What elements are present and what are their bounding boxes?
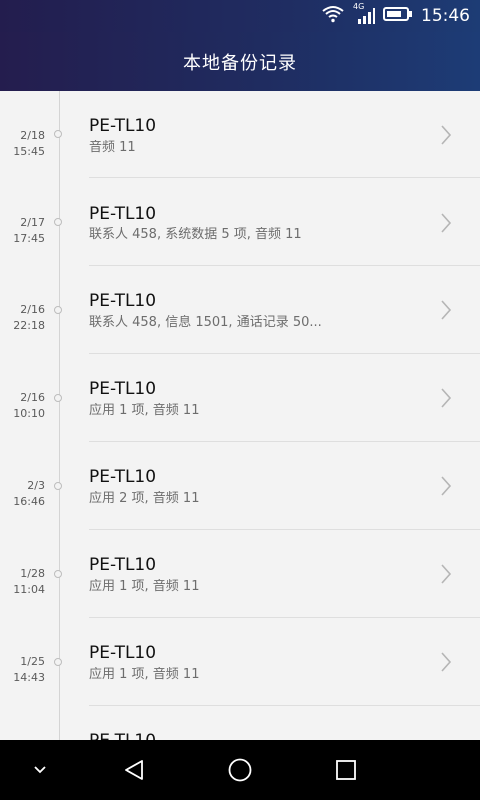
record-device: PE-TL10 [89,379,157,399]
backup-record-item[interactable]: 2/17 17:45 PE-TL10 联系人 458, 系统数据 5 项, 音频… [0,178,480,266]
record-detail: 联系人 458, 信息 1501, 通话记录 50... [89,315,322,330]
timeline-dot [54,394,62,402]
chevron-down-icon [34,766,46,774]
wifi-icon [321,5,345,27]
record-device: PE-TL10 [89,555,157,575]
chevron-right-icon [441,213,452,233]
backup-record-item[interactable]: 2/16 10:10 PE-TL10 应用 1 项, 音频 11 [0,354,480,442]
record-device: PE-TL10 [89,731,156,740]
chevron-right-icon [441,564,452,584]
timeline-dot [54,218,62,226]
backup-record-list[interactable]: 2/18 15:45 PE-TL10 音频 11 2/17 17:45 PE-T… [0,91,480,740]
status-icons: 4G 15:46 [321,2,470,28]
backup-record-item[interactable]: 1/28 11:04 PE-TL10 应用 1 项, 音频 11 [0,530,480,618]
battery-icon [383,6,413,26]
recents-button[interactable] [322,740,370,800]
backup-record-item[interactable]: 2/3 16:46 PE-TL10 应用 2 项, 音频 11 [0,442,480,530]
record-date: 2/16 [20,391,45,404]
backup-records-screen: 4G 15:46 本地备份记录 2/18 15:45 PE-TL10 音频 11… [0,0,480,800]
home-icon [228,758,252,782]
record-time: 17:45 [13,232,45,245]
record-date: 1/25 [20,655,45,668]
recents-icon [336,760,356,780]
status-bar: 4G 15:46 [0,0,480,32]
record-detail: 音频 11 [89,140,136,155]
record-detail: 应用 1 项, 音频 11 [89,667,200,682]
record-time: 22:18 [13,319,45,332]
backup-record-item[interactable]: PE-TL10 [0,706,480,740]
backup-record-item[interactable]: 2/18 15:45 PE-TL10 音频 11 [0,91,480,178]
chevron-right-icon [441,125,452,145]
chevron-right-icon [441,652,452,672]
home-button[interactable] [216,740,264,800]
hide-nav-button[interactable] [22,740,58,800]
record-time: 14:43 [13,671,45,684]
record-device: PE-TL10 [89,467,157,487]
record-detail: 应用 1 项, 音频 11 [89,403,200,418]
timeline-dot [54,306,62,314]
backup-record-item[interactable]: 2/16 22:18 PE-TL10 联系人 458, 信息 1501, 通话记… [0,266,480,354]
record-date: 2/17 [20,216,45,229]
timeline-dot [54,482,62,490]
record-device: PE-TL10 [89,291,157,311]
record-time: 11:04 [13,583,45,596]
timeline-dot [54,130,62,138]
timeline-dot [54,570,62,578]
chevron-right-icon [441,476,452,496]
record-date: 1/28 [20,567,45,580]
page-title: 本地备份记录 [183,52,297,74]
timeline-dot [54,658,62,666]
backup-record-item[interactable]: 1/25 14:43 PE-TL10 应用 1 项, 音频 11 [0,618,480,706]
record-device: PE-TL10 [89,204,157,224]
record-time: 15:45 [13,145,45,158]
back-button[interactable] [110,740,158,800]
record-detail: 联系人 458, 系统数据 5 项, 音频 11 [89,227,302,242]
record-detail: 应用 1 项, 音频 11 [89,579,200,594]
record-date: 2/16 [20,303,45,316]
chevron-right-icon [441,388,452,408]
app-bar: 本地备份记录 [0,32,480,91]
clock: 15:46 [421,6,470,26]
record-device: PE-TL10 [89,643,157,663]
record-detail: 应用 2 项, 音频 11 [89,491,200,506]
record-time: 16:46 [13,495,45,508]
navigation-bar [0,740,480,800]
chevron-right-icon [441,300,452,320]
record-device: PE-TL10 [89,116,157,136]
record-time: 10:10 [13,407,45,420]
record-date: 2/3 [27,479,45,492]
signal-icon: 4G [353,2,375,26]
back-icon [125,760,143,780]
record-date: 2/18 [20,129,45,142]
